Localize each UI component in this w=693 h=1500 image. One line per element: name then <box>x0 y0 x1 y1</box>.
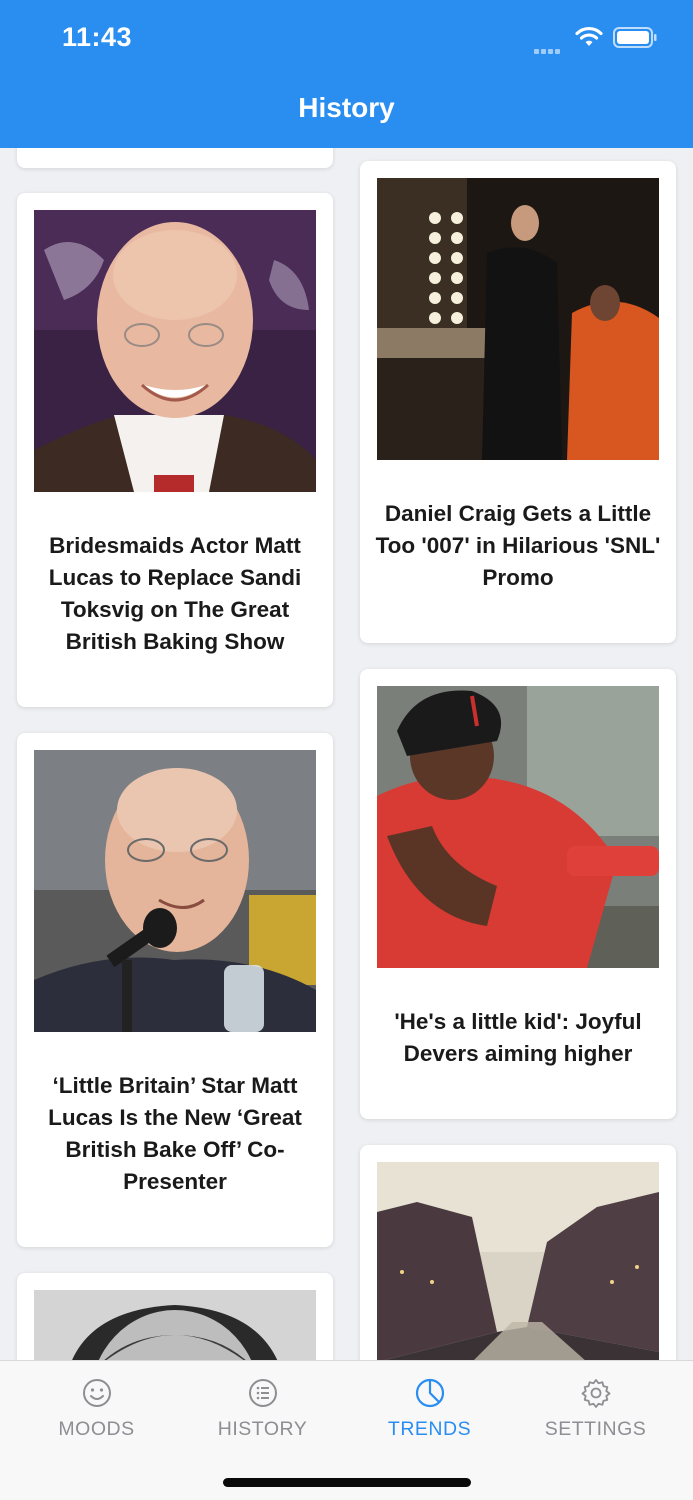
signal-dots-icon <box>534 41 562 59</box>
article-card[interactable]: Daniel Craig Gets a Little Too '007' in … <box>360 161 676 643</box>
article-card[interactable]: ‘Little Britain’ Star Matt Lucas Is the … <box>17 733 333 1247</box>
article-card-partial[interactable] <box>17 148 333 168</box>
article-image <box>377 1162 659 1360</box>
article-card[interactable]: 'He's a little kid': Joyful Devers aimin… <box>360 669 676 1119</box>
tab-label: HISTORY <box>217 1418 308 1440</box>
smiley-icon <box>83 1379 111 1407</box>
gear-icon <box>581 1379 611 1408</box>
page-title: History <box>298 92 395 123</box>
status-time: 11:43 <box>62 22 133 52</box>
tab-trends[interactable]: TRENDS <box>343 1361 516 1461</box>
list-icon <box>249 1379 277 1407</box>
home-indicator[interactable] <box>223 1478 471 1487</box>
tab-settings[interactable]: SETTINGS <box>509 1361 682 1461</box>
tab-label: MOODS <box>58 1418 135 1440</box>
article-card[interactable] <box>360 1145 676 1360</box>
article-title: Daniel Craig Gets a Little Too '007' in … <box>375 501 661 590</box>
article-title: 'He's a little kid': Joyful Devers aimin… <box>394 1009 642 1066</box>
article-feed[interactable]: Bridesmaids Actor Matt Lucas to Replace … <box>0 148 693 1360</box>
article-card[interactable] <box>17 1273 333 1360</box>
app-header: 11:43 History <box>0 0 693 148</box>
tab-label: TRENDS <box>387 1418 472 1440</box>
tab-history[interactable]: HISTORY <box>176 1361 349 1461</box>
article-image <box>34 750 316 1032</box>
article-image <box>34 210 316 492</box>
article-title: Bridesmaids Actor Matt Lucas to Replace … <box>48 533 302 654</box>
article-image <box>377 686 659 968</box>
battery-icon <box>613 27 657 48</box>
article-title: ‘Little Britain’ Star Matt Lucas Is the … <box>48 1073 302 1194</box>
article-image <box>377 178 659 460</box>
tab-moods[interactable]: MOODS <box>10 1361 183 1461</box>
article-card[interactable]: Bridesmaids Actor Matt Lucas to Replace … <box>17 193 333 707</box>
tab-label: SETTINGS <box>544 1418 647 1440</box>
wifi-icon <box>575 26 603 46</box>
article-image <box>34 1290 316 1360</box>
pie-chart-icon <box>415 1378 445 1408</box>
